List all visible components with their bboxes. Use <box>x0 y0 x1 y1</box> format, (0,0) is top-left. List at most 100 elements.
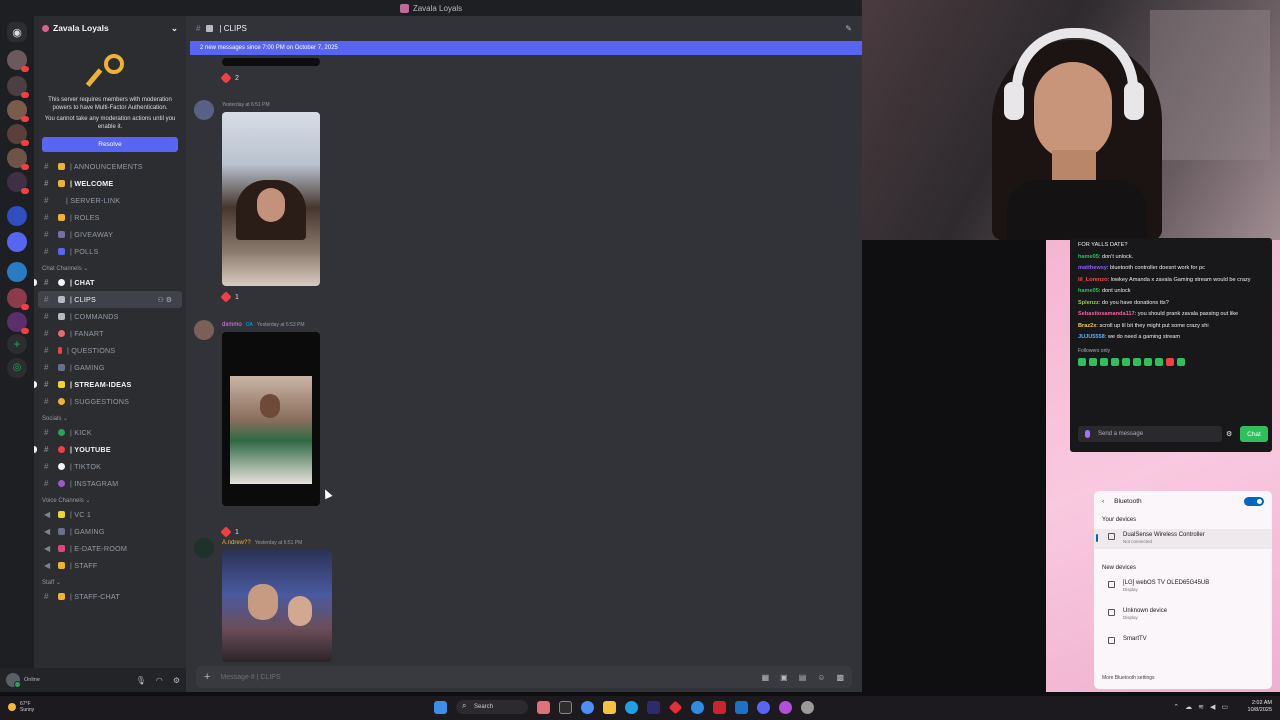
mail-icon[interactable] <box>735 700 748 714</box>
chrome-icon[interactable] <box>581 700 594 714</box>
stream-chat-input[interactable]: Send a message <box>1078 426 1222 442</box>
server-icon[interactable] <box>7 100 29 122</box>
voice-gaming[interactable]: ◀ | GAMING <box>34 523 186 540</box>
sticker-icon[interactable]: ▤ <box>799 673 807 682</box>
channel-giveaway[interactable]: # | GIVEAWAY <box>34 226 186 243</box>
channel-chat[interactable]: # | CHAT <box>34 274 186 291</box>
bluetooth-toggle[interactable] <box>1244 496 1264 506</box>
device-row[interactable]: SmartTV <box>1094 633 1272 649</box>
chat-send-button[interactable]: Chat <box>1240 426 1268 442</box>
server-header[interactable]: Zavala Loyals ⌄ <box>34 16 186 40</box>
reaction[interactable]: 2 <box>220 72 239 84</box>
file-icon[interactable] <box>559 700 572 714</box>
microphone-icon[interactable] <box>1085 430 1090 438</box>
voice-staff[interactable]: ◀ | STAFF <box>34 557 186 574</box>
apps-icon[interactable]: ▩ <box>836 673 844 682</box>
clock[interactable]: 2:02 AM 10/8/2025 <box>1248 700 1272 714</box>
video-embed[interactable] <box>222 58 320 66</box>
volume-icon[interactable]: ◀ <box>1210 703 1215 711</box>
server-icon[interactable] <box>7 262 27 282</box>
voice-vc1[interactable]: ◀ | VC 1 <box>34 506 186 523</box>
server-icon[interactable] <box>7 148 29 170</box>
channel-tiktok[interactable]: # | TIKTOK <box>34 458 186 475</box>
gear-icon[interactable]: ⚙ <box>173 676 180 685</box>
category-socials[interactable]: Socials ⌄ <box>34 410 186 424</box>
channel-instagram[interactable]: # | INSTAGRAM <box>34 475 186 492</box>
video-embed[interactable] <box>222 112 320 286</box>
channel-announcements[interactable]: # | ANNOUNCEMENTS <box>34 158 186 175</box>
discord-home-icon[interactable]: ◉ <box>7 22 27 42</box>
channel-suggestions[interactable]: # | SUGGESTIONS <box>34 393 186 410</box>
battery-icon[interactable]: ▭ <box>1221 703 1228 711</box>
chevron-down-icon[interactable]: ⌄ <box>171 23 178 34</box>
avatar[interactable] <box>194 320 214 340</box>
channel-settings-icon[interactable]: ⚇⚙ <box>157 296 174 304</box>
device-row[interactable]: Unknown device Display <box>1094 605 1272 625</box>
folder-icon[interactable] <box>603 700 616 714</box>
device-row[interactable]: [LG] webOS TV OLED65G45UB Display <box>1094 577 1272 597</box>
wifi-icon[interactable]: ≋ <box>1198 703 1204 711</box>
channel-staff-chat[interactable]: # | STAFF-CHAT <box>34 588 186 605</box>
discord-icon[interactable] <box>757 700 770 714</box>
weather-widget[interactable]: 67°F Sunny <box>8 701 34 713</box>
gift-icon[interactable]: ▦ <box>762 673 770 682</box>
settings-icon[interactable] <box>801 700 814 714</box>
channel-questions[interactable]: # | QUESTIONS <box>34 342 186 359</box>
channel-fanart[interactable]: # | FANART <box>34 325 186 342</box>
discover-icon[interactable]: ◎ <box>7 358 27 378</box>
avatar[interactable] <box>194 538 214 558</box>
server-icon[interactable] <box>7 124 29 146</box>
message-composer[interactable]: + Message # | CLIPS ▦ ▣ ▤ ☺ ▩ <box>196 666 852 688</box>
pin-icon[interactable]: ✎ <box>845 24 852 33</box>
server-icon[interactable] <box>7 50 29 72</box>
reaction[interactable]: 1 <box>220 526 239 538</box>
channel-kick[interactable]: # | KICK <box>34 424 186 441</box>
gear-icon[interactable]: ⚙ <box>1226 430 1232 438</box>
gif-icon[interactable]: ▣ <box>780 673 788 682</box>
channel-gaming[interactable]: # | GAMING <box>34 359 186 376</box>
channel-welcome[interactable]: # | WELCOME <box>34 175 186 192</box>
device-row[interactable]: DualSense Wireless Controller Not connect… <box>1094 529 1272 549</box>
channel-youtube[interactable]: # | YOUTUBE <box>34 441 186 458</box>
add-server-icon[interactable]: + <box>7 334 27 354</box>
channel-polls[interactable]: # | POLLS <box>34 243 186 260</box>
message-author[interactable]: dxmmo <box>222 322 242 328</box>
category-chat-channels[interactable]: Chat Channels ⌄ <box>34 260 186 274</box>
widget-icon[interactable] <box>537 700 550 714</box>
emoji-icon[interactable]: ☺ <box>817 673 825 682</box>
back-arrow-icon[interactable]: ‹ <box>1102 498 1104 505</box>
taskbar-search[interactable]: Search <box>456 700 528 714</box>
emote-bar[interactable] <box>1070 356 1272 368</box>
server-icon[interactable] <box>7 206 27 226</box>
edge-icon[interactable] <box>625 700 638 714</box>
microphone-icon[interactable]: 🎙 <box>136 676 146 685</box>
cloud-icon[interactable]: ☁ <box>1185 703 1192 711</box>
category-staff[interactable]: Staff ⌄ <box>34 574 186 588</box>
channel-stream-ideas[interactable]: # | STREAM-IDEAS <box>34 376 186 393</box>
channel-commands[interactable]: # | COMMANDS <box>34 308 186 325</box>
channel-server-link[interactable]: # | SERVER-LINK <box>34 192 186 209</box>
category-voice-channels[interactable]: Voice Channels ⌄ <box>34 492 186 506</box>
message-input[interactable]: Message # | CLIPS <box>220 674 280 681</box>
server-icon[interactable] <box>7 232 27 252</box>
new-messages-bar[interactable]: 2 new messages since 7:00 PM on October … <box>190 41 862 55</box>
message-author[interactable]: A.ndrew?? <box>222 540 251 546</box>
resolve-button[interactable]: Resolve <box>42 137 178 152</box>
headphones-icon[interactable]: ◠ <box>156 676 163 685</box>
server-icon[interactable] <box>7 288 29 310</box>
channel-roles[interactable]: # | ROLES <box>34 209 186 226</box>
more-bluetooth-settings-link[interactable]: More Bluetooth settings <box>1102 675 1155 681</box>
server-icon[interactable] <box>7 76 29 98</box>
mcafee-icon[interactable] <box>713 700 726 714</box>
server-icon[interactable] <box>7 172 29 194</box>
video-embed[interactable] <box>222 550 332 662</box>
add-attachment-icon[interactable]: + <box>204 671 210 683</box>
obs-icon[interactable] <box>779 700 792 714</box>
windows-start-icon[interactable] <box>434 700 447 714</box>
reaction[interactable]: 1 <box>220 291 239 303</box>
store-icon[interactable] <box>647 700 660 714</box>
avatar[interactable] <box>6 673 21 688</box>
voice-e-date-room[interactable]: ◀ | E-DATE-ROOM <box>34 540 186 557</box>
avatar[interactable] <box>194 100 214 120</box>
video-embed[interactable] <box>222 332 320 506</box>
